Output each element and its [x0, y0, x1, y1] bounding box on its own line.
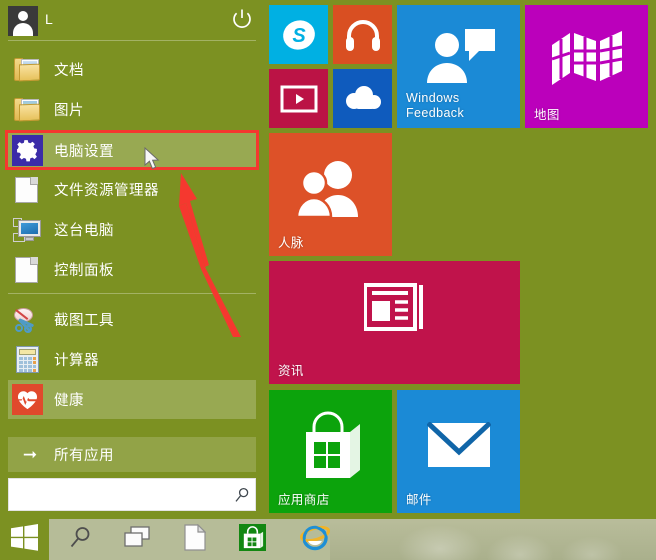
taskbar: [0, 519, 656, 560]
taskbar-store-button[interactable]: [228, 519, 277, 560]
avatar-body: [13, 23, 33, 36]
menu-item-label: 文件资源管理器: [54, 183, 159, 199]
taskbar-internet-explorer-button[interactable]: [290, 519, 339, 560]
taskbar-search-button[interactable]: [56, 519, 105, 560]
tile-label: 地图: [534, 107, 560, 122]
tile-people[interactable]: 人脉: [269, 133, 392, 256]
file-explorer-icon: [12, 174, 43, 205]
tile-windows-feedback[interactable]: Windows Feedback: [397, 5, 520, 128]
tile-onedrive[interactable]: [333, 69, 392, 128]
search-magnifier-icon: [69, 526, 92, 554]
people-icon: [269, 159, 392, 219]
header-divider: [8, 40, 256, 41]
calculator-icon: [12, 344, 43, 375]
task-view-icon: [123, 526, 150, 553]
folder-documents-icon: [12, 54, 43, 85]
menu-item-documents[interactable]: 文档: [8, 50, 256, 89]
tiles-panel: S Windows Feedback 地图 人脉 资讯 应用商店 邮件: [264, 0, 656, 519]
user-header[interactable]: L: [0, 0, 264, 41]
arrow-right-icon: ➞: [22, 445, 38, 464]
all-apps-button[interactable]: ➞ 所有应用: [8, 437, 256, 472]
menu-item-label: 这台电脑: [54, 223, 114, 239]
menu-item-label: 图片: [54, 103, 84, 119]
tile-store[interactable]: 应用商店: [269, 390, 392, 513]
search-magnifier-icon[interactable]: [229, 487, 255, 503]
menu-item-label: 文档: [54, 63, 84, 79]
store-bag-icon: [239, 523, 266, 556]
map-folded-icon: [525, 29, 648, 87]
avatar[interactable]: [8, 6, 38, 36]
menu-item-pictures[interactable]: 图片: [8, 90, 256, 129]
control-panel-icon: [12, 254, 43, 285]
start-menu-left-column: L 文档 图片 电脑设置 文件资源管理器 这台电脑 控制面板 截图工具 计算器 …: [0, 0, 264, 519]
tile-music[interactable]: [333, 5, 392, 64]
desktop-screen: L 文档 图片 电脑设置 文件资源管理器 这台电脑 控制面板 截图工具 计算器 …: [0, 0, 656, 560]
tile-label: 人脉: [278, 235, 304, 250]
tile-news[interactable]: 资讯: [269, 261, 520, 384]
search-box[interactable]: [8, 478, 256, 511]
menu-item-label: 控制面板: [54, 263, 114, 279]
menu-item-label: 计算器: [54, 353, 99, 369]
file-page-icon: [183, 523, 206, 556]
all-apps-label: 所有应用: [54, 448, 114, 464]
this-pc-monitor-icon: [12, 214, 43, 245]
svg-text:S: S: [292, 25, 306, 47]
tile-label: 资讯: [278, 363, 304, 378]
video-play-icon: [269, 85, 328, 113]
skype-icon: S: [269, 15, 328, 55]
headphones-icon: [333, 18, 392, 52]
tile-mail[interactable]: 邮件: [397, 390, 520, 513]
gear-settings-icon: [12, 135, 43, 166]
health-heart-icon: [12, 384, 43, 415]
taskbar-task-view-button[interactable]: [112, 519, 161, 560]
snipping-tool-icon: [12, 304, 43, 335]
menu-item-calculator[interactable]: 计算器: [8, 340, 256, 379]
mail-envelope-icon: [397, 422, 520, 468]
store-bag-icon: [269, 410, 392, 482]
start-menu: L 文档 图片 电脑设置 文件资源管理器 这台电脑 控制面板 截图工具 计算器 …: [0, 0, 656, 519]
power-icon[interactable]: [231, 8, 253, 30]
news-article-icon: [269, 283, 520, 333]
menu-item-this-pc[interactable]: 这台电脑: [8, 210, 256, 249]
avatar-head: [18, 11, 28, 21]
windows-logo-icon: [11, 523, 38, 556]
taskbar-wallpaper-area: [330, 519, 656, 560]
tile-label: 应用商店: [278, 492, 330, 507]
tile-video[interactable]: [269, 69, 328, 128]
menu-item-health[interactable]: 健康: [8, 380, 256, 419]
menu-item-file-explorer[interactable]: 文件资源管理器: [8, 170, 256, 209]
taskbar-file-explorer-button[interactable]: [170, 519, 219, 560]
menu-item-snipping-tool[interactable]: 截图工具: [8, 300, 256, 339]
list-divider: [8, 293, 256, 294]
tile-skype[interactable]: S: [269, 5, 328, 64]
folder-pictures-icon: [12, 94, 43, 125]
user-name-label: L: [45, 11, 54, 27]
cloud-icon: [333, 86, 392, 112]
internet-explorer-icon: [299, 523, 330, 556]
menu-item-pc-settings[interactable]: 电脑设置: [8, 131, 256, 170]
start-button[interactable]: [0, 519, 49, 560]
feedback-person-icon: [397, 27, 520, 87]
menu-item-label: 健康: [54, 393, 84, 409]
tile-label: 邮件: [406, 492, 432, 507]
tile-maps[interactable]: 地图: [525, 5, 648, 128]
search-input[interactable]: [9, 487, 229, 502]
menu-item-label: 截图工具: [54, 313, 114, 329]
menu-item-label: 电脑设置: [54, 144, 114, 160]
tile-label: Windows Feedback: [406, 91, 465, 120]
menu-item-control-panel[interactable]: 控制面板: [8, 250, 256, 289]
